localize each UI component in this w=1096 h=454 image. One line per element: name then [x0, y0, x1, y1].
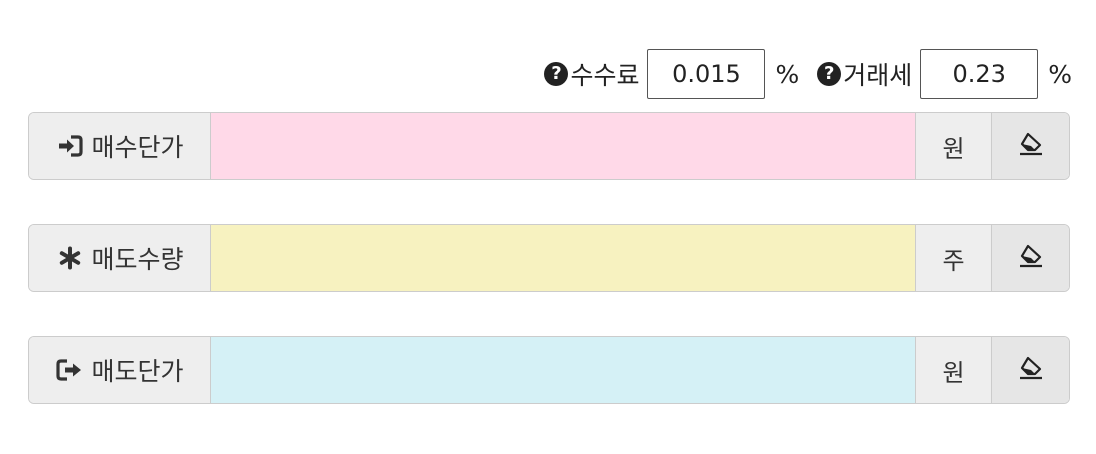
- buy-price-input[interactable]: [211, 113, 915, 179]
- eraser-icon: [1017, 355, 1045, 385]
- sell-price-row: 매도단가 원: [28, 336, 1070, 404]
- sell-quantity-row: 매도수량 주: [28, 224, 1070, 292]
- sign-out-icon: [55, 358, 85, 382]
- eraser-icon: [1017, 131, 1045, 161]
- question-circle-icon[interactable]: ?: [544, 62, 569, 86]
- won-unit: 원: [915, 337, 991, 403]
- transaction-tax-percent-unit: %: [1048, 59, 1072, 89]
- buy-price-label-addon: 매수단가: [29, 113, 211, 179]
- commission-input[interactable]: [647, 49, 766, 99]
- commission-label: 수수료: [570, 61, 640, 90]
- sell-quantity-label: 매도수량: [91, 245, 184, 274]
- transaction-tax-input[interactable]: [920, 49, 1039, 99]
- sell-price-label-addon: 매도단가: [29, 337, 211, 403]
- clear-sell-price-button[interactable]: [991, 337, 1069, 403]
- eraser-icon: [1017, 243, 1045, 273]
- sell-price-input[interactable]: [211, 337, 915, 403]
- buy-price-label: 매수단가: [91, 133, 184, 162]
- won-unit: 원: [915, 113, 991, 179]
- clear-sell-quantity-button[interactable]: [991, 225, 1069, 291]
- fee-settings: ? 수수료 % ? 거래세 %: [544, 48, 1072, 100]
- sell-quantity-input[interactable]: [211, 225, 915, 291]
- question-circle-icon[interactable]: ?: [817, 62, 842, 86]
- sign-in-icon: [55, 134, 85, 158]
- sell-quantity-label-addon: 매도수량: [29, 225, 211, 291]
- commission-percent-unit: %: [775, 59, 800, 89]
- clear-buy-price-button[interactable]: [991, 113, 1069, 179]
- asterisk-icon: [55, 246, 85, 270]
- transaction-tax-help[interactable]: ? 거래세: [817, 56, 912, 92]
- buy-price-row: 매수단가 원: [28, 112, 1070, 180]
- shares-unit: 주: [915, 225, 991, 291]
- transaction-tax-label: 거래세: [843, 61, 913, 90]
- sell-price-label: 매도단가: [91, 357, 184, 386]
- commission-help[interactable]: ? 수수료: [544, 56, 639, 92]
